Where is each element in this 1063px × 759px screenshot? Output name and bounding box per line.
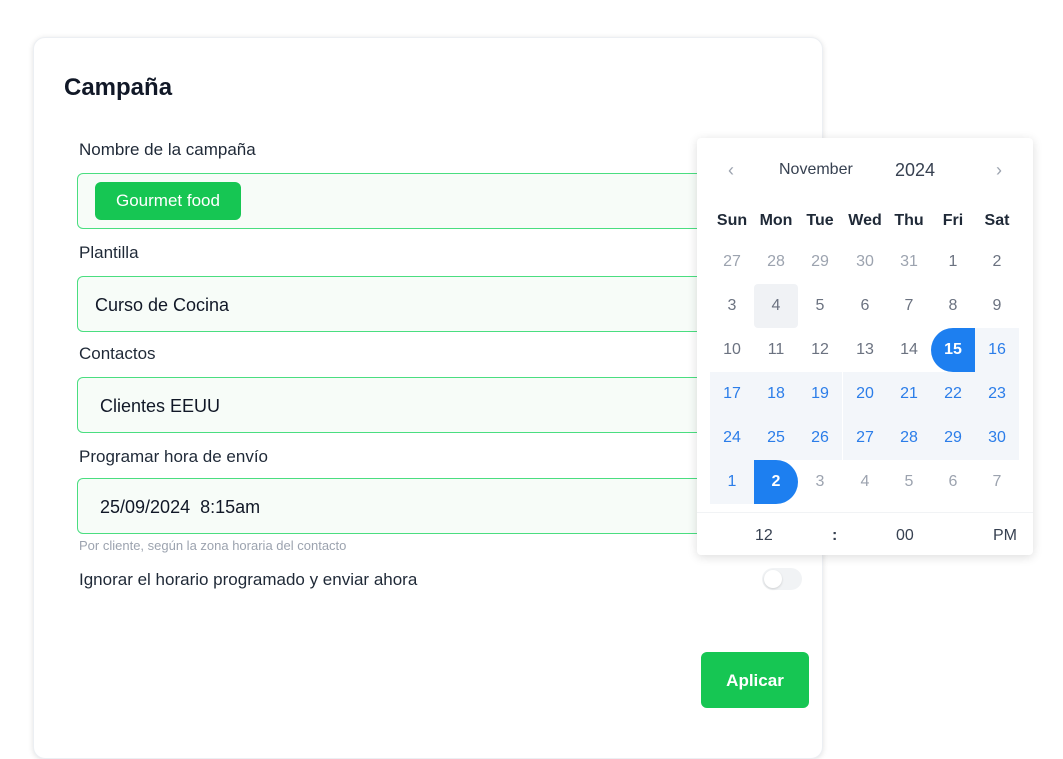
calendar-day[interactable]: 13: [843, 328, 887, 372]
schedule-hint: Por cliente, según la zona horaria del c…: [79, 538, 347, 553]
year-selector[interactable]: 2024: [895, 160, 935, 181]
time-separator: :: [832, 527, 838, 544]
calendar-day[interactable]: 30: [975, 416, 1019, 460]
calendar-day[interactable]: 6: [843, 284, 887, 328]
calendar-day[interactable]: 18: [754, 372, 798, 416]
weekday-label: Sat: [984, 212, 1010, 229]
calendar-day[interactable]: 5: [887, 460, 931, 504]
calendar-day[interactable]: 17: [710, 372, 754, 416]
calendar-day[interactable]: 27: [843, 416, 887, 460]
page-title: Campaña: [64, 74, 173, 101]
calendar-day[interactable]: 11: [754, 328, 798, 372]
contacts-label: Contactos: [79, 344, 156, 363]
calendar-day[interactable]: 5: [798, 284, 842, 328]
range-end-day[interactable]: 2: [754, 460, 798, 504]
weekday-header: Sun Mon Tue Wed Thu Fri Sat: [710, 212, 1021, 234]
calendar-day[interactable]: 1: [710, 460, 754, 504]
calendar-day[interactable]: 25: [754, 416, 798, 460]
toggle-knob: [764, 570, 782, 588]
calendar-day[interactable]: 28: [887, 416, 931, 460]
calendar-day[interactable]: 9: [975, 284, 1019, 328]
weekday-label: Thu: [894, 212, 924, 229]
calendar-day[interactable]: 29: [798, 240, 842, 284]
calendar-day[interactable]: 24: [710, 416, 754, 460]
apply-button[interactable]: Aplicar: [701, 652, 809, 708]
calendar-day[interactable]: 3: [710, 284, 754, 328]
hour-input[interactable]: 12: [755, 527, 773, 545]
calendar-day[interactable]: 27: [710, 240, 754, 284]
template-value: Curso de Cocina: [95, 295, 230, 315]
calendar-day[interactable]: 14: [887, 328, 931, 372]
calendar-day[interactable]: 30: [843, 240, 887, 284]
calendar-day[interactable]: 28: [754, 240, 798, 284]
calendar-day[interactable]: 4: [754, 284, 798, 328]
calendar-grid: 27 28 29 30 31 1 2 3 4 5 6 7 8 9 10 11 1…: [710, 240, 1021, 504]
calendar-day[interactable]: 16: [975, 328, 1019, 372]
campaign-name-label: Nombre de la campaña: [79, 140, 256, 159]
template-label: Plantilla: [79, 243, 139, 262]
weekday-label: Mon: [759, 212, 793, 229]
weekday-label: Sun: [716, 212, 748, 229]
calendar-day[interactable]: 8: [931, 284, 975, 328]
weekday-label: Wed: [848, 212, 882, 229]
calendar-day[interactable]: 2: [975, 240, 1019, 284]
calendar-day[interactable]: 19: [798, 372, 842, 416]
weekday-label: Tue: [806, 212, 834, 229]
campaign-name-tag[interactable]: Gourmet food: [95, 182, 241, 220]
calendar-day[interactable]: 10: [710, 328, 754, 372]
schedule-label: Programar hora de envío: [79, 447, 268, 466]
calendar-day[interactable]: 21: [887, 372, 931, 416]
datepicker-popup: ‹ November 2024 › Sun Mon Tue Wed Thu Fr…: [697, 138, 1033, 555]
calendar-day[interactable]: 3: [798, 460, 842, 504]
calendar-day[interactable]: 6: [931, 460, 975, 504]
calendar-day[interactable]: 29: [931, 416, 975, 460]
time-picker: 12 : 00 PM: [697, 512, 1033, 556]
calendar-day[interactable]: 7: [887, 284, 931, 328]
calendar-day[interactable]: 23: [975, 372, 1019, 416]
calendar-day[interactable]: 4: [843, 460, 887, 504]
chevron-right-icon[interactable]: ›: [989, 160, 1009, 180]
calendar-day[interactable]: 1: [931, 240, 975, 284]
calendar-day[interactable]: 31: [887, 240, 931, 284]
ampm-toggle[interactable]: PM: [993, 527, 1017, 545]
calendar-day[interactable]: 22: [931, 372, 975, 416]
month-selector[interactable]: November: [779, 161, 853, 179]
calendar-day[interactable]: 26: [798, 416, 842, 460]
calendar-day[interactable]: 7: [975, 460, 1019, 504]
ignore-schedule-label: Ignorar el horario programado y enviar a…: [79, 570, 418, 589]
range-start-day[interactable]: 15: [931, 328, 975, 372]
contacts-value: Clientes EEUU: [100, 396, 221, 416]
schedule-value: 25/09/2024 8:15am: [100, 497, 261, 517]
ignore-schedule-toggle[interactable]: [762, 568, 802, 590]
minute-input[interactable]: 00: [896, 527, 914, 545]
weekday-label: Fri: [942, 212, 964, 229]
calendar-day[interactable]: 20: [843, 372, 887, 416]
chevron-left-icon[interactable]: ‹: [721, 160, 741, 180]
calendar-day[interactable]: 12: [798, 328, 842, 372]
